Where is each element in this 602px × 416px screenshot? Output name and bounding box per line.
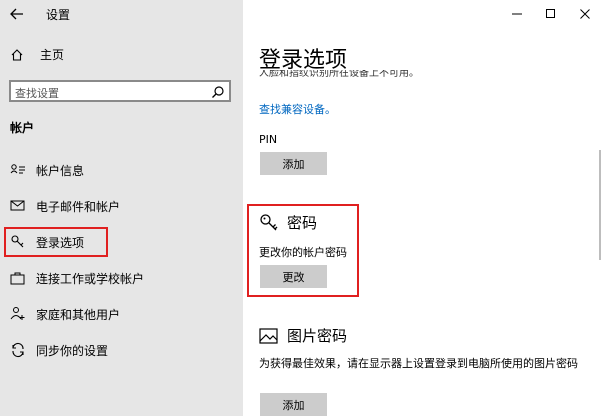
sidebar-item-label: 主页 (40, 48, 65, 62)
minimize-button[interactable] (500, 0, 534, 28)
key-icon (259, 213, 279, 233)
sidebar-item-sign-in-options[interactable]: 登录选项 (10, 232, 84, 252)
sidebar-item-label: 同步你的设置 (36, 343, 109, 358)
clipped-description: 人脸和指纹识别所在设备上不可用。 (259, 70, 419, 78)
main-content: 登录选项 人脸和指纹识别所在设备上不可用。 查找兼容设备。 PIN 添加 密码 … (243, 0, 602, 416)
picture-password-add-button[interactable]: 添加 (260, 393, 327, 416)
mail-icon (10, 198, 26, 214)
maximize-button[interactable] (534, 0, 568, 28)
window-controls (500, 0, 602, 28)
account-info-icon (10, 162, 26, 178)
scrollbar[interactable] (599, 150, 601, 260)
picture-icon (259, 327, 279, 345)
picture-password-heading: 图片密码 (259, 325, 347, 346)
password-description: 更改你的帐户密码 (259, 246, 347, 259)
search-input[interactable] (11, 84, 205, 103)
find-compatible-devices-link[interactable]: 查找兼容设备。 (259, 101, 336, 117)
home-icon (10, 47, 26, 63)
close-button[interactable] (568, 0, 602, 28)
close-icon (580, 9, 590, 19)
picture-password-heading-text: 图片密码 (287, 327, 348, 345)
back-arrow-icon (10, 8, 23, 20)
password-heading: 密码 (259, 212, 317, 233)
sidebar-item-label: 帐户信息 (36, 163, 85, 178)
sync-icon (10, 342, 26, 358)
briefcase-icon (10, 270, 26, 286)
password-heading-text: 密码 (287, 214, 318, 232)
sidebar-item-label: 家庭和其他用户 (36, 307, 121, 322)
maximize-icon (546, 9, 555, 18)
sidebar-item-home[interactable]: 主页 (10, 46, 64, 63)
picture-password-description: 为获得最佳效果，请在显示器上设置登录到电脑所使用的图片密码 (259, 357, 578, 370)
search-icon[interactable] (211, 84, 225, 103)
window-title: 设置 (46, 8, 71, 22)
back-button[interactable] (8, 4, 28, 24)
pin-add-button[interactable]: 添加 (260, 152, 327, 175)
sidebar-item-label: 连接工作或学校帐户 (36, 271, 145, 286)
sidebar-item-label: 电子邮件和帐户 (36, 199, 121, 214)
section-title: 帐户 (10, 121, 35, 135)
sidebar-item-work-school[interactable]: 连接工作或学校帐户 (10, 268, 144, 288)
search-box[interactable] (9, 80, 231, 103)
sidebar-item-account-info[interactable]: 帐户信息 (10, 160, 84, 180)
sidebar: 设置 主页 帐户 帐户信息 电子邮件和帐户 登录选项 连 (0, 0, 243, 416)
sidebar-item-sync[interactable]: 同步你的设置 (10, 340, 108, 360)
family-icon (10, 306, 26, 322)
sidebar-item-label: 登录选项 (36, 235, 85, 250)
sidebar-item-family[interactable]: 家庭和其他用户 (10, 304, 120, 324)
pin-label: PIN (259, 133, 278, 146)
minimize-icon (512, 13, 522, 15)
key-icon (10, 234, 26, 250)
change-password-button[interactable]: 更改 (260, 265, 327, 288)
sidebar-item-email[interactable]: 电子邮件和帐户 (10, 196, 120, 216)
